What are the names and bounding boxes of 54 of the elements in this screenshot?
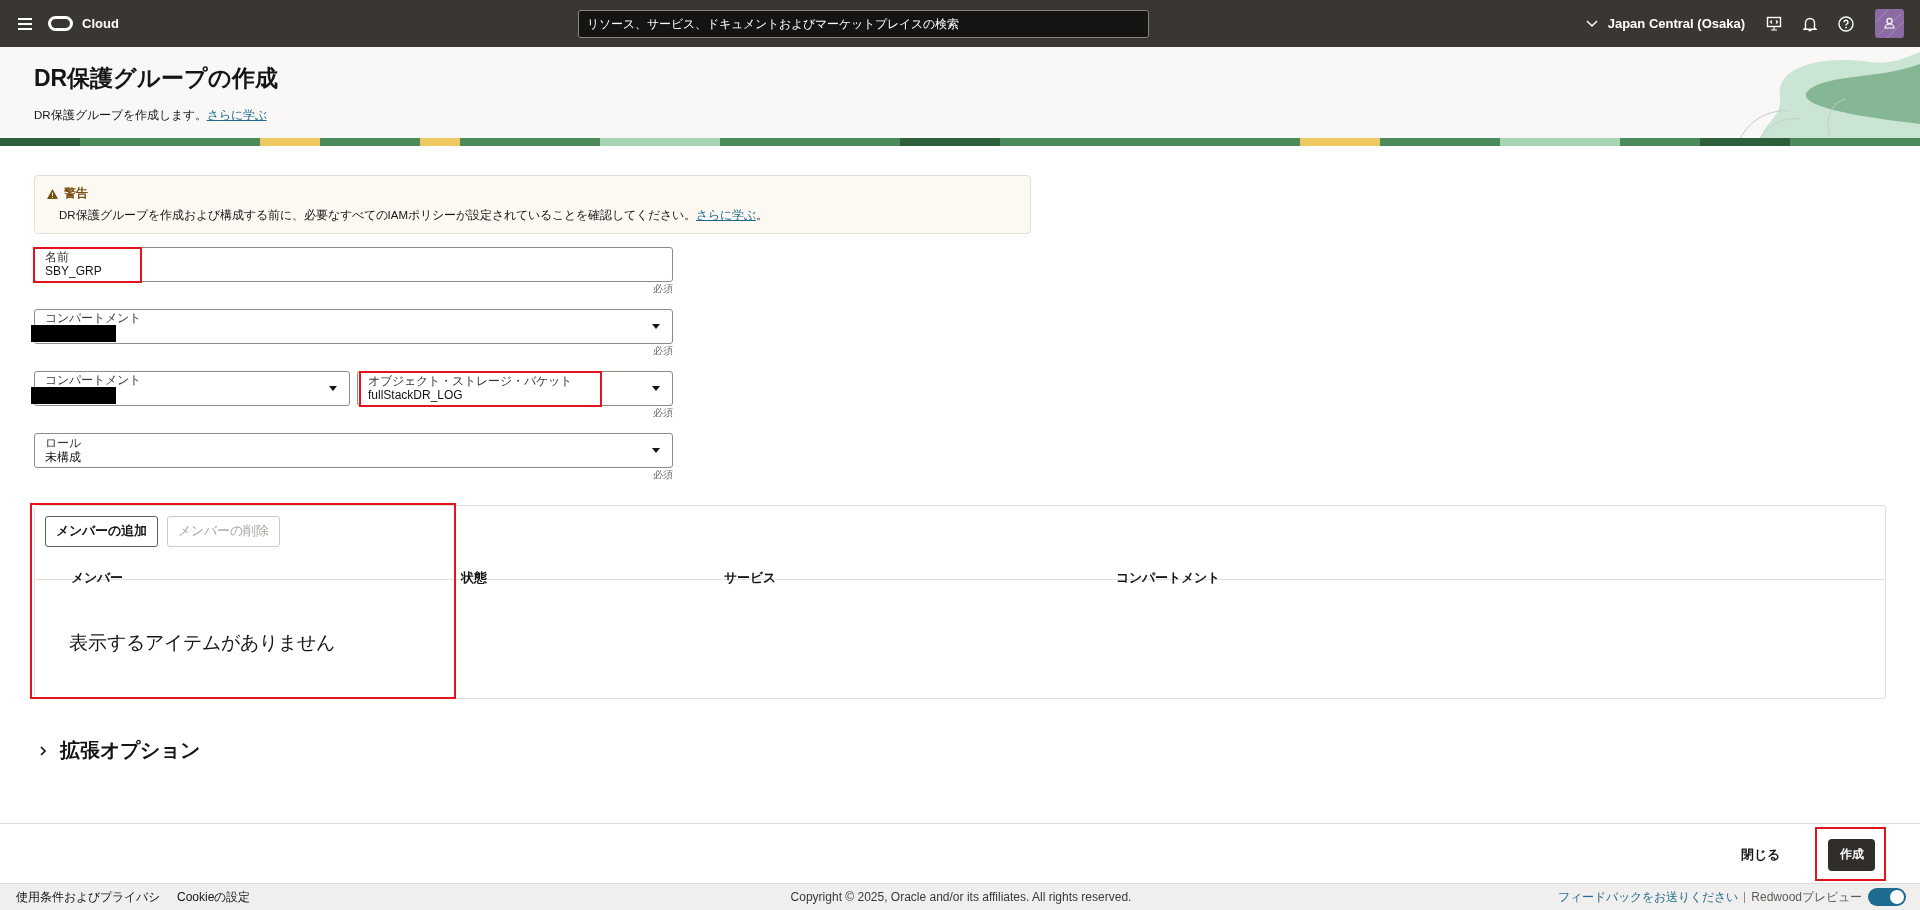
preview-toggle[interactable]: [1868, 888, 1906, 906]
field-label: コンパートメント: [45, 373, 141, 387]
column-header[interactable]: 状態: [461, 570, 724, 587]
footer-link[interactable]: Cookieの設定: [177, 888, 251, 906]
column-header[interactable]: メンバー: [71, 570, 461, 587]
monitor-code-icon[interactable]: [1766, 15, 1782, 32]
select-field[interactable]: オブジェクト・ストレージ・バケット fullStackDR_LOG: [357, 371, 673, 406]
select-field[interactable]: ロール 未構成: [34, 433, 673, 468]
required-note: 必須: [652, 468, 673, 482]
field-label: ロール: [45, 436, 81, 450]
required-note: 必須: [652, 406, 673, 420]
required-note: 必須: [652, 282, 673, 296]
field-value: fullStackDR_LOG: [368, 387, 464, 403]
empty-message: 表示するアイテムがありません: [68, 630, 336, 655]
dropdown-caret-icon[interactable]: [652, 386, 660, 391]
cloud-logo-icon[interactable]: [48, 16, 73, 31]
page-title: DR保護グループの作成: [34, 64, 279, 93]
search-field[interactable]: リソース、サービス、ドキュメントおよびマーケットプレイスの検索: [578, 9, 1149, 38]
avatar-icon[interactable]: [1875, 9, 1904, 38]
footer-link[interactable]: 使用条件およびプライバシ: [16, 888, 160, 906]
column-header[interactable]: サービス: [724, 570, 1116, 587]
advanced-options-toggle[interactable]: 拡張オプション: [60, 737, 200, 764]
field-value: SBY_GRP: [45, 263, 102, 279]
field-label: 名前: [45, 250, 70, 264]
chevron-right-icon[interactable]: [40, 745, 46, 756]
create-button[interactable]: 作成: [1828, 838, 1875, 871]
help-icon[interactable]: [1838, 15, 1854, 32]
bell-icon[interactable]: [1803, 15, 1817, 32]
logo-text[interactable]: Cloud: [82, 16, 119, 31]
feedback-link[interactable]: フィードバックをお送りください: [1558, 888, 1739, 906]
region-selector[interactable]: Japan Central (Osaka): [1607, 16, 1745, 31]
warning-title: 警告: [64, 186, 88, 201]
warning-icon: [47, 188, 58, 199]
dropdown-caret-icon[interactable]: [329, 386, 337, 391]
menu-icon[interactable]: [18, 17, 32, 30]
column-header[interactable]: コンパートメント: [1116, 570, 1885, 587]
select-field[interactable]: コンパートメント: [34, 371, 350, 406]
learn-more-link[interactable]: さらに学ぶ: [206, 109, 267, 121]
select-field[interactable]: コンパートメント: [34, 309, 673, 344]
add-member-button[interactable]: メンバーの追加: [45, 516, 158, 547]
dropdown-caret-icon[interactable]: [652, 324, 660, 329]
learn-more-link[interactable]: さらに学ぶ: [696, 209, 757, 221]
dropdown-caret-icon[interactable]: [652, 448, 660, 453]
close-link[interactable]: 閉じる: [1741, 848, 1780, 862]
required-note: 必須: [652, 344, 673, 358]
text-field[interactable]: 名前 SBY_GRP: [34, 247, 673, 282]
field-label: オブジェクト・ストレージ・バケット: [368, 374, 572, 388]
page-description: DR保護グループを作成します。さらに学ぶ: [34, 108, 267, 123]
preview-label: Redwoodプレビュー: [1751, 888, 1862, 906]
warning-text: DR保護グループを作成および構成する前に、必要なすべてのIAMポリシーが設定されていることを確認してください。さらに学ぶ。: [59, 208, 770, 223]
copyright-text: Copyright © 2025, Oracle and/or its affiliates. All rights reserved.: [789, 890, 1133, 904]
field-value: 未構成: [45, 449, 81, 465]
field-label: コンパートメント: [45, 311, 141, 325]
chevron-down-icon[interactable]: [1585, 19, 1598, 28]
